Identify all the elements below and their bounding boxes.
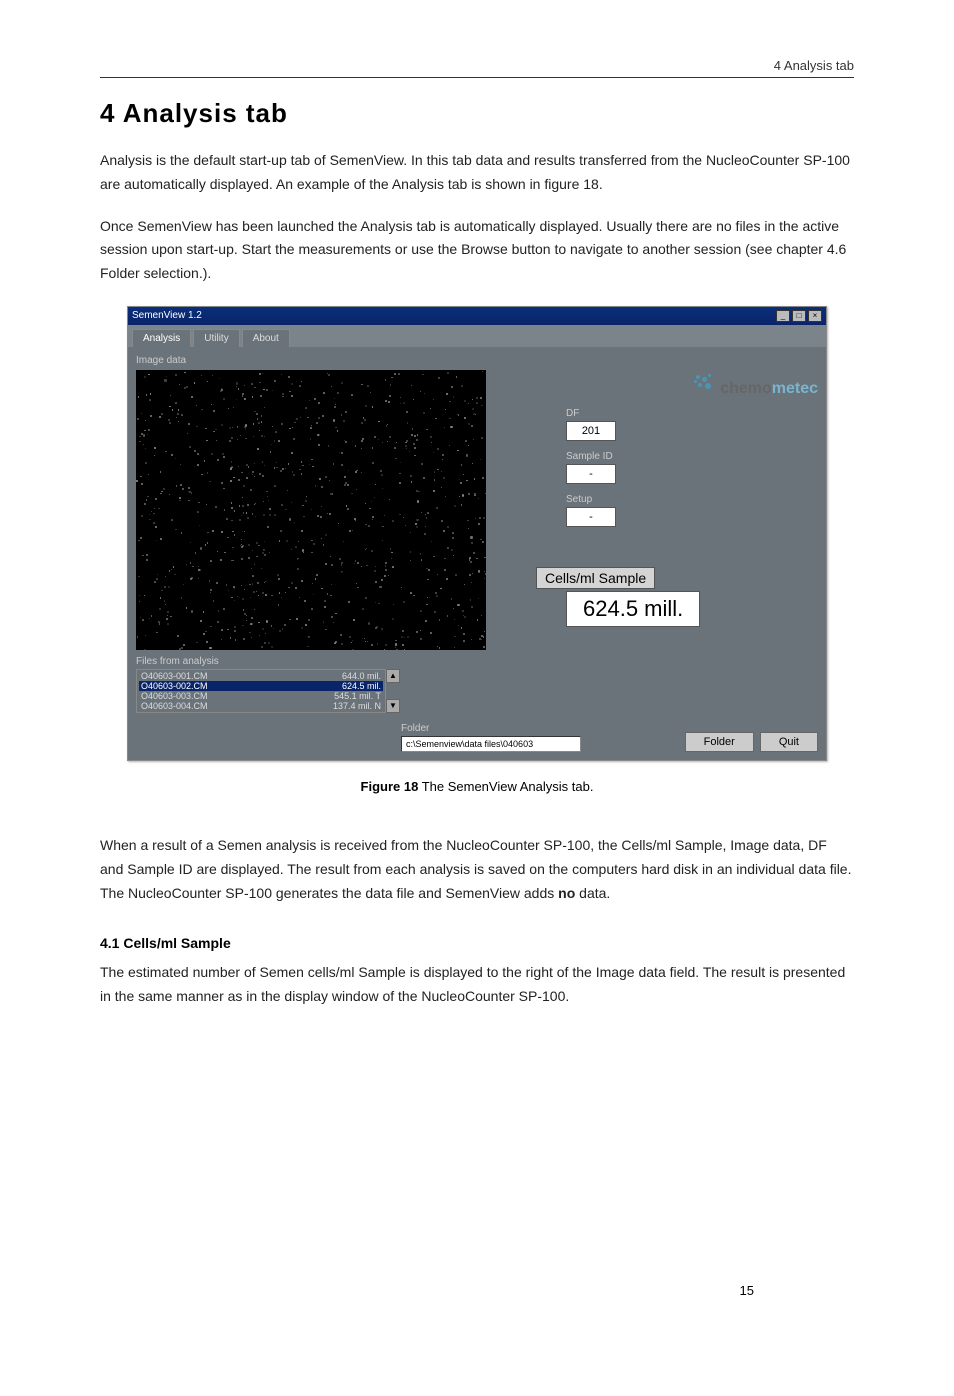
df-value: 201: [566, 421, 616, 441]
maximize-icon[interactable]: □: [792, 310, 806, 322]
window-title: SemenView 1.2: [132, 310, 202, 321]
scroll-down-icon[interactable]: ▼: [386, 699, 400, 713]
cells-label: Cells/ml Sample: [536, 567, 655, 589]
window-controls: _ □ ×: [774, 310, 822, 322]
logo-icon: [694, 373, 714, 393]
cell-dots: [136, 370, 486, 650]
bottom-row: Folder c:\Semenview\data files\040603 Fo…: [136, 723, 818, 752]
folder-label: Folder: [401, 723, 679, 734]
page-header: 4 Analysis tab: [100, 58, 854, 78]
figure-text: The SemenView Analysis tab.: [418, 779, 593, 794]
sampleid-label: Sample ID: [566, 451, 818, 462]
paragraph-3: When a result of a Semen analysis is rec…: [100, 834, 854, 905]
page-number: 15: [740, 1283, 754, 1298]
setup-value: -: [566, 507, 616, 527]
sampleid-value: -: [566, 464, 616, 484]
quit-button[interactable]: Quit: [760, 732, 818, 752]
folder-button[interactable]: Folder: [685, 732, 754, 752]
sampleid-group: Sample ID -: [566, 451, 818, 484]
right-panel: chemometec DF 201 Sample ID - Setup -: [486, 370, 818, 650]
figure-caption: Figure 18 The SemenView Analysis tab.: [100, 779, 854, 794]
file-row: O40603-004.CM137.4 mil. N: [139, 701, 383, 711]
tab-utility[interactable]: Utility: [193, 329, 239, 347]
files-list[interactable]: O40603-001.CM644.0 mil. O40603-002.CM624…: [136, 669, 386, 713]
logo-row: chemometec: [526, 380, 818, 398]
scroll-up-icon[interactable]: ▲: [386, 669, 400, 683]
cells-value: 624.5 mill.: [566, 591, 700, 627]
tab-about[interactable]: About: [242, 329, 290, 347]
app-content: Image data: [128, 347, 826, 760]
files-label: Files from analysis: [136, 656, 818, 667]
left-panel: [136, 370, 486, 650]
file-row: O40603-001.CM644.0 mil.: [139, 671, 383, 681]
section-heading: 4 Analysis tab: [100, 98, 854, 129]
window-titlebar: SemenView 1.2 _ □ ×: [128, 307, 826, 325]
files-section: Files from analysis O40603-001.CM644.0 m…: [136, 656, 818, 713]
file-row: O40603-003.CM545.1 mil. T: [139, 691, 383, 701]
file-row: O40603-002.CM624.5 mil.: [139, 681, 383, 691]
button-group: Folder Quit: [679, 732, 818, 752]
paragraph-1: Analysis is the default start-up tab of …: [100, 149, 854, 197]
setup-group: Setup -: [566, 494, 818, 527]
logo-chemo: chemo: [720, 380, 772, 397]
setup-label: Setup: [566, 494, 818, 505]
paragraph-4: The estimated number of Semen cells/ml S…: [100, 961, 854, 1009]
figure-label: Figure 18: [361, 779, 419, 794]
minimize-icon[interactable]: _: [776, 310, 790, 322]
folder-path: c:\Semenview\data files\040603: [401, 736, 581, 752]
df-label: DF: [566, 408, 818, 419]
image-preview: [136, 370, 486, 650]
cells-group: Cells/ml Sample 624.5 mill.: [526, 537, 818, 627]
logo-metec: metec: [772, 380, 818, 397]
folder-section: Folder c:\Semenview\data files\040603: [401, 723, 679, 752]
paragraph-2: Once SemenView has been launched the Ana…: [100, 215, 854, 286]
df-group: DF 201: [566, 408, 818, 441]
image-data-label: Image data: [136, 355, 818, 366]
tab-row: Analysis Utility About: [128, 325, 826, 347]
subsection-heading: 4.1 Cells/ml Sample: [100, 935, 854, 951]
close-icon[interactable]: ×: [808, 310, 822, 322]
semenview-window: SemenView 1.2 _ □ × Analysis Utility Abo…: [127, 306, 827, 761]
logo-text: chemometec: [720, 380, 818, 398]
tab-analysis[interactable]: Analysis: [132, 329, 191, 347]
header-section-label: 4 Analysis tab: [100, 58, 854, 73]
